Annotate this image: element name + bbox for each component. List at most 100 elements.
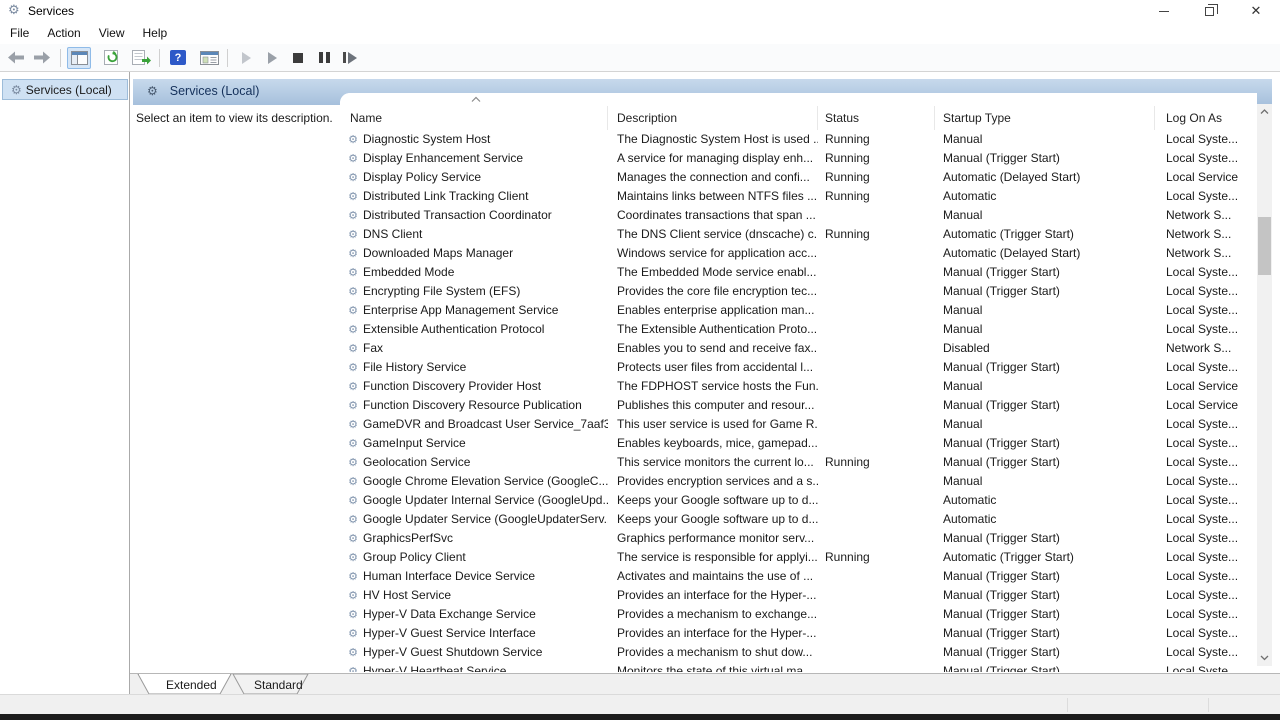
service-row[interactable]: ⚙Diagnostic System HostThe Diagnostic Sy… xyxy=(340,130,1257,149)
sidebar-item-label: Services (Local) xyxy=(26,83,112,97)
minimize-button[interactable] xyxy=(1148,0,1180,22)
menu-view[interactable]: View xyxy=(90,22,134,44)
service-gear-icon: ⚙ xyxy=(346,377,360,396)
service-logon-cell: Local Syste... xyxy=(1155,434,1257,453)
service-status-cell xyxy=(818,567,935,586)
service-startup-cell: Manual (Trigger Start) xyxy=(935,358,1155,377)
service-name-cell: ⚙Display Policy Service xyxy=(340,168,608,187)
menu-action[interactable]: Action xyxy=(38,22,89,44)
service-row[interactable]: ⚙DNS ClientThe DNS Client service (dnsca… xyxy=(340,225,1257,244)
service-row[interactable]: ⚙Display Enhancement ServiceA service fo… xyxy=(340,149,1257,168)
service-gear-icon: ⚙ xyxy=(346,624,360,643)
stop-service-icon[interactable] xyxy=(286,47,310,69)
service-name-cell: ⚙Distributed Link Tracking Client xyxy=(340,187,608,206)
menu-help[interactable]: Help xyxy=(134,22,177,44)
service-logon-cell: Local Syste... xyxy=(1155,662,1257,672)
service-row[interactable]: ⚙Distributed Transaction CoordinatorCoor… xyxy=(340,206,1257,225)
service-row[interactable]: ⚙Enterprise App Management ServiceEnable… xyxy=(340,301,1257,320)
service-row[interactable]: ⚙Human Interface Device ServiceActivates… xyxy=(340,567,1257,586)
service-row[interactable]: ⚙Hyper-V Guest Service InterfaceProvides… xyxy=(340,624,1257,643)
vertical-scrollbar[interactable] xyxy=(1257,104,1272,666)
tab-standard[interactable]: Standard xyxy=(233,674,308,694)
service-gear-icon: ⚙ xyxy=(346,168,360,187)
service-name: Hyper-V Heartbeat Service xyxy=(363,662,506,672)
scroll-up-icon[interactable] xyxy=(1257,104,1272,120)
service-logon-cell: Local Service xyxy=(1155,396,1257,415)
service-description-cell: This service monitors the current lo... xyxy=(608,453,818,472)
service-row[interactable]: ⚙Display Policy ServiceManages the conne… xyxy=(340,168,1257,187)
service-row[interactable]: ⚙GraphicsPerfSvcGraphics performance mon… xyxy=(340,529,1257,548)
restart-service-icon[interactable] xyxy=(338,47,362,69)
service-row[interactable]: ⚙Downloaded Maps ManagerWindows service … xyxy=(340,244,1257,263)
forward-icon[interactable] xyxy=(30,47,54,69)
restore-button[interactable] xyxy=(1193,0,1225,22)
show-properties-icon[interactable] xyxy=(197,47,221,69)
resume-service-icon[interactable] xyxy=(260,47,284,69)
service-name-cell: ⚙GameInput Service xyxy=(340,434,608,453)
menu-file[interactable]: File xyxy=(0,22,38,44)
service-row[interactable]: ⚙Hyper-V Guest Shutdown ServiceProvides … xyxy=(340,643,1257,662)
column-header-description[interactable]: Description xyxy=(608,106,818,130)
service-row[interactable]: ⚙Hyper-V Data Exchange ServiceProvides a… xyxy=(340,605,1257,624)
service-row[interactable]: ⚙HV Host ServiceProvides an interface fo… xyxy=(340,586,1257,605)
tab-extended[interactable]: Extended xyxy=(138,674,231,694)
show-console-tree-icon[interactable] xyxy=(67,47,91,69)
service-startup-cell: Automatic xyxy=(935,510,1155,529)
service-name: Geolocation Service xyxy=(363,453,470,472)
service-row[interactable]: ⚙Google Updater Internal Service (Google… xyxy=(340,491,1257,510)
service-status-cell xyxy=(818,396,935,415)
service-name-cell: ⚙Google Updater Internal Service (Google… xyxy=(340,491,608,510)
service-logon-cell: Network S... xyxy=(1155,244,1257,263)
refresh-icon[interactable] xyxy=(100,47,124,69)
service-row[interactable]: ⚙Embedded ModeThe Embedded Mode service … xyxy=(340,263,1257,282)
service-logon-cell: Local Syste... xyxy=(1155,472,1257,491)
taskbar-edge xyxy=(0,714,1280,720)
service-name: Function Discovery Provider Host xyxy=(363,377,541,396)
service-logon-cell: Local Syste... xyxy=(1155,415,1257,434)
sidebar-item-services-local[interactable]: ⚙ Services (Local) xyxy=(2,79,128,100)
panel-header: ⚙ Services (Local) xyxy=(147,84,259,98)
scrollbar-thumb[interactable] xyxy=(1258,217,1271,275)
column-header-log-on-as[interactable]: Log On As xyxy=(1155,106,1257,130)
column-header-startup-type[interactable]: Startup Type xyxy=(935,106,1155,130)
title-bar: ⚙ Services ✕ xyxy=(0,0,1280,22)
help-icon[interactable]: ? xyxy=(166,47,190,69)
service-status-cell xyxy=(818,263,935,282)
service-row[interactable]: ⚙FaxEnables you to send and receive fax.… xyxy=(340,339,1257,358)
service-startup-cell: Manual (Trigger Start) xyxy=(935,396,1155,415)
service-row[interactable]: ⚙Encrypting File System (EFS)Provides th… xyxy=(340,282,1257,301)
service-row[interactable]: ⚙Distributed Link Tracking ClientMaintai… xyxy=(340,187,1257,206)
service-row[interactable]: ⚙Google Updater Service (GoogleUpdaterSe… xyxy=(340,510,1257,529)
service-logon-cell: Local Syste... xyxy=(1155,301,1257,320)
service-logon-cell: Local Syste... xyxy=(1155,358,1257,377)
service-gear-icon: ⚙ xyxy=(346,643,360,662)
service-name-cell: ⚙Fax xyxy=(340,339,608,358)
service-description-cell: The Embedded Mode service enabl... xyxy=(608,263,818,282)
service-name: Group Policy Client xyxy=(363,548,466,567)
export-list-icon[interactable] xyxy=(129,47,153,69)
service-row[interactable]: ⚙Google Chrome Elevation Service (Google… xyxy=(340,472,1257,491)
pause-service-icon[interactable] xyxy=(312,47,336,69)
service-row[interactable]: ⚙File History ServiceProtects user files… xyxy=(340,358,1257,377)
service-row[interactable]: ⚙Hyper-V Heartbeat ServiceMonitors the s… xyxy=(340,662,1257,672)
service-row[interactable]: ⚙GameDVR and Broadcast User Service_7aaf… xyxy=(340,415,1257,434)
column-header-status[interactable]: Status xyxy=(818,106,935,130)
service-row[interactable]: ⚙Function Discovery Provider HostThe FDP… xyxy=(340,377,1257,396)
service-row[interactable]: ⚙GameInput ServiceEnables keyboards, mic… xyxy=(340,434,1257,453)
service-description-cell: Protects user files from accidental l... xyxy=(608,358,818,377)
close-button[interactable]: ✕ xyxy=(1240,0,1272,22)
service-row[interactable]: ⚙Geolocation ServiceThis service monitor… xyxy=(340,453,1257,472)
service-row[interactable]: ⚙Group Policy ClientThe service is respo… xyxy=(340,548,1257,567)
service-status-cell xyxy=(818,244,935,263)
status-bar xyxy=(0,694,1280,714)
services-gear-icon: ⚙ xyxy=(11,83,22,97)
scroll-down-icon[interactable] xyxy=(1257,650,1272,666)
service-row[interactable]: ⚙Extensible Authentication ProtocolThe E… xyxy=(340,320,1257,339)
service-logon-cell: Local Service xyxy=(1155,377,1257,396)
service-name-cell: ⚙DNS Client xyxy=(340,225,608,244)
start-service-icon[interactable] xyxy=(234,47,258,69)
column-header-name[interactable]: Name xyxy=(340,106,608,130)
service-row[interactable]: ⚙Function Discovery Resource Publication… xyxy=(340,396,1257,415)
service-startup-cell: Manual (Trigger Start) xyxy=(935,282,1155,301)
back-icon[interactable] xyxy=(4,47,28,69)
